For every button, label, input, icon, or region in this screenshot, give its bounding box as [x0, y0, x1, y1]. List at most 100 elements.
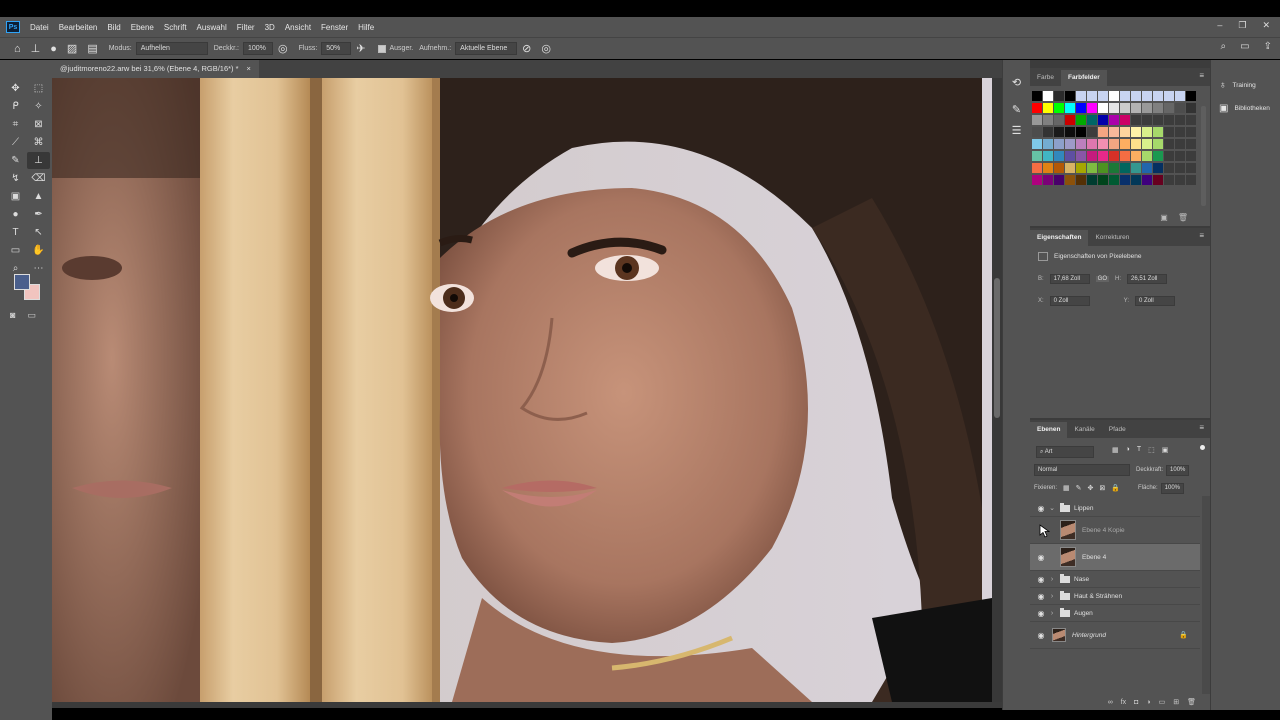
chevron-down-icon[interactable]: ⌄	[1048, 504, 1056, 512]
filter-shape-icon[interactable]: ⬚	[1148, 446, 1155, 454]
screen-mode-icon[interactable]: ▭	[27, 310, 36, 321]
color-swatch[interactable]	[1065, 91, 1075, 101]
blur-tool-icon[interactable]: ▲	[27, 188, 50, 205]
color-swatch[interactable]	[1087, 115, 1097, 125]
clone-stamp-tool-icon[interactable]: ⊥	[31, 42, 41, 55]
color-swatch[interactable]	[1142, 175, 1152, 185]
color-swatch[interactable]	[1153, 91, 1163, 101]
layer-style-icon[interactable]: fx	[1121, 699, 1126, 706]
marquee-tool-icon[interactable]: ⬚	[27, 80, 50, 97]
menu-bearbeiten[interactable]: Bearbeiten	[59, 23, 98, 32]
color-swatch[interactable]	[1120, 163, 1130, 173]
color-swatch[interactable]	[1076, 103, 1086, 113]
color-swatch[interactable]	[1076, 127, 1086, 137]
visibility-eye-icon[interactable]: ◉	[1034, 504, 1048, 513]
color-swatch[interactable]	[1043, 151, 1053, 161]
chevron-right-icon[interactable]: ›	[1048, 610, 1056, 617]
color-swatch[interactable]	[1076, 163, 1086, 173]
visibility-eye-icon[interactable]: ◉	[1034, 553, 1048, 562]
lock-transparency-icon[interactable]: ▦	[1063, 484, 1070, 492]
color-swatch[interactable]	[1131, 139, 1141, 149]
menu-hilfe[interactable]: Hilfe	[358, 23, 374, 32]
color-swatch[interactable]	[1120, 151, 1130, 161]
color-swatch[interactable]	[1142, 103, 1152, 113]
adjustment-layer-icon[interactable]: ◑	[1146, 699, 1150, 706]
color-swatch[interactable]	[1054, 91, 1064, 101]
crop-tool-icon[interactable]: ⌗	[4, 116, 27, 133]
lock-all-icon[interactable]: 🔒	[1111, 484, 1120, 492]
color-swatch[interactable]	[1043, 139, 1053, 149]
tab-ebenen[interactable]: Ebenen	[1030, 422, 1068, 438]
color-swatch[interactable]	[1109, 139, 1119, 149]
lasso-tool-icon[interactable]: ᑭ	[4, 98, 27, 115]
layer-group-haut-straehnen[interactable]: ◉ › Haut & Strähnen	[1030, 588, 1200, 605]
brush-settings-icon[interactable]: ▨	[67, 42, 77, 55]
visibility-eye-icon[interactable]: ◉	[1034, 592, 1048, 601]
delete-swatch-icon[interactable]: 🗑	[1178, 213, 1188, 222]
menu-3d[interactable]: 3D	[265, 23, 275, 32]
color-swatch[interactable]	[1076, 151, 1086, 161]
color-swatch[interactable]	[1142, 151, 1152, 161]
tab-korrekturen[interactable]: Korrekturen	[1088, 230, 1136, 246]
color-swatch[interactable]	[1120, 91, 1130, 101]
visibility-eye-icon[interactable]: ◉	[1034, 575, 1048, 584]
y-field[interactable]: 0 Zoll	[1135, 296, 1176, 306]
color-swatch[interactable]	[1087, 151, 1097, 161]
close-icon[interactable]: ✕	[1262, 20, 1270, 31]
color-swatch[interactable]	[1087, 91, 1097, 101]
menu-auswahl[interactable]: Auswahl	[197, 23, 227, 32]
color-swatch[interactable]	[1153, 115, 1163, 125]
chevron-right-icon[interactable]: ›	[1048, 593, 1056, 600]
filter-adjustment-icon[interactable]: ◑	[1126, 446, 1130, 454]
quick-mask-icon[interactable]: ◙	[10, 310, 15, 321]
color-swatch[interactable]	[1054, 139, 1064, 149]
color-swatch[interactable]	[1142, 127, 1152, 137]
pressure-size-icon[interactable]: ◎	[541, 42, 551, 55]
color-swatch[interactable]	[1065, 103, 1075, 113]
color-swatch[interactable]	[1098, 103, 1108, 113]
color-swatch[interactable]	[1175, 139, 1185, 149]
eyedropper-tool-icon[interactable]: ⟋	[4, 134, 27, 151]
rectangle-tool-icon[interactable]: ▭	[4, 242, 27, 259]
color-swatch[interactable]	[1054, 103, 1064, 113]
color-swatch[interactable]	[1032, 139, 1042, 149]
panel-menu-icon[interactable]: ≡	[1199, 231, 1204, 240]
color-swatch[interactable]	[1032, 175, 1042, 185]
color-swatch[interactable]	[1098, 115, 1108, 125]
color-swatch[interactable]	[1032, 115, 1042, 125]
color-swatch[interactable]	[1109, 163, 1119, 173]
layer-ebene-4[interactable]: ◉ Ebene 4	[1030, 544, 1200, 571]
document-tab[interactable]: @juditmoreno22.arw bei 31,6% (Ebene 4, R…	[52, 60, 259, 78]
swatch-scrollbar[interactable]	[1201, 106, 1206, 206]
layers-scrollbar[interactable]	[1202, 496, 1210, 696]
color-swatch[interactable]	[1109, 115, 1119, 125]
clone-source-icon[interactable]: ▤	[87, 42, 97, 55]
pressure-opacity-icon[interactable]: ◎	[278, 42, 288, 55]
layer-hintergrund[interactable]: ◉ Hintergrund 🔒	[1030, 622, 1200, 649]
width-field[interactable]: 17,68 Zoll	[1049, 274, 1090, 284]
color-swatch[interactable]	[1076, 115, 1086, 125]
canvas-vertical-scrollbar[interactable]	[992, 78, 1002, 702]
color-swatch[interactable]	[1087, 163, 1097, 173]
share-icon[interactable]: ⇪	[1264, 41, 1272, 52]
new-layer-icon[interactable]: ⊞	[1173, 698, 1179, 706]
color-swatch[interactable]	[1164, 91, 1174, 101]
menu-filter[interactable]: Filter	[237, 23, 255, 32]
color-swatch[interactable]	[1142, 91, 1152, 101]
color-swatch[interactable]	[1054, 175, 1064, 185]
color-swatch[interactable]	[1065, 175, 1075, 185]
color-swatch[interactable]	[1098, 127, 1108, 137]
layer-group-nase[interactable]: ◉ › Nase	[1030, 571, 1200, 588]
color-swatch[interactable]	[1186, 151, 1196, 161]
layer-opacity-field[interactable]: 100%	[1166, 464, 1190, 476]
home-icon[interactable]: ⌂	[14, 43, 21, 55]
color-swatch[interactable]	[1164, 175, 1174, 185]
color-swatch[interactable]	[1131, 175, 1141, 185]
foreground-color-swatch[interactable]	[14, 274, 30, 290]
mode-select[interactable]: Aufhellen	[135, 42, 208, 55]
color-swatch[interactable]	[1164, 151, 1174, 161]
color-swatch[interactable]	[1175, 127, 1185, 137]
color-swatch[interactable]	[1131, 163, 1141, 173]
x-field[interactable]: 0 Zoll	[1049, 296, 1090, 306]
layer-ebene-4-kopie[interactable]: ◉ Ebene 4 Kopie	[1030, 517, 1200, 544]
